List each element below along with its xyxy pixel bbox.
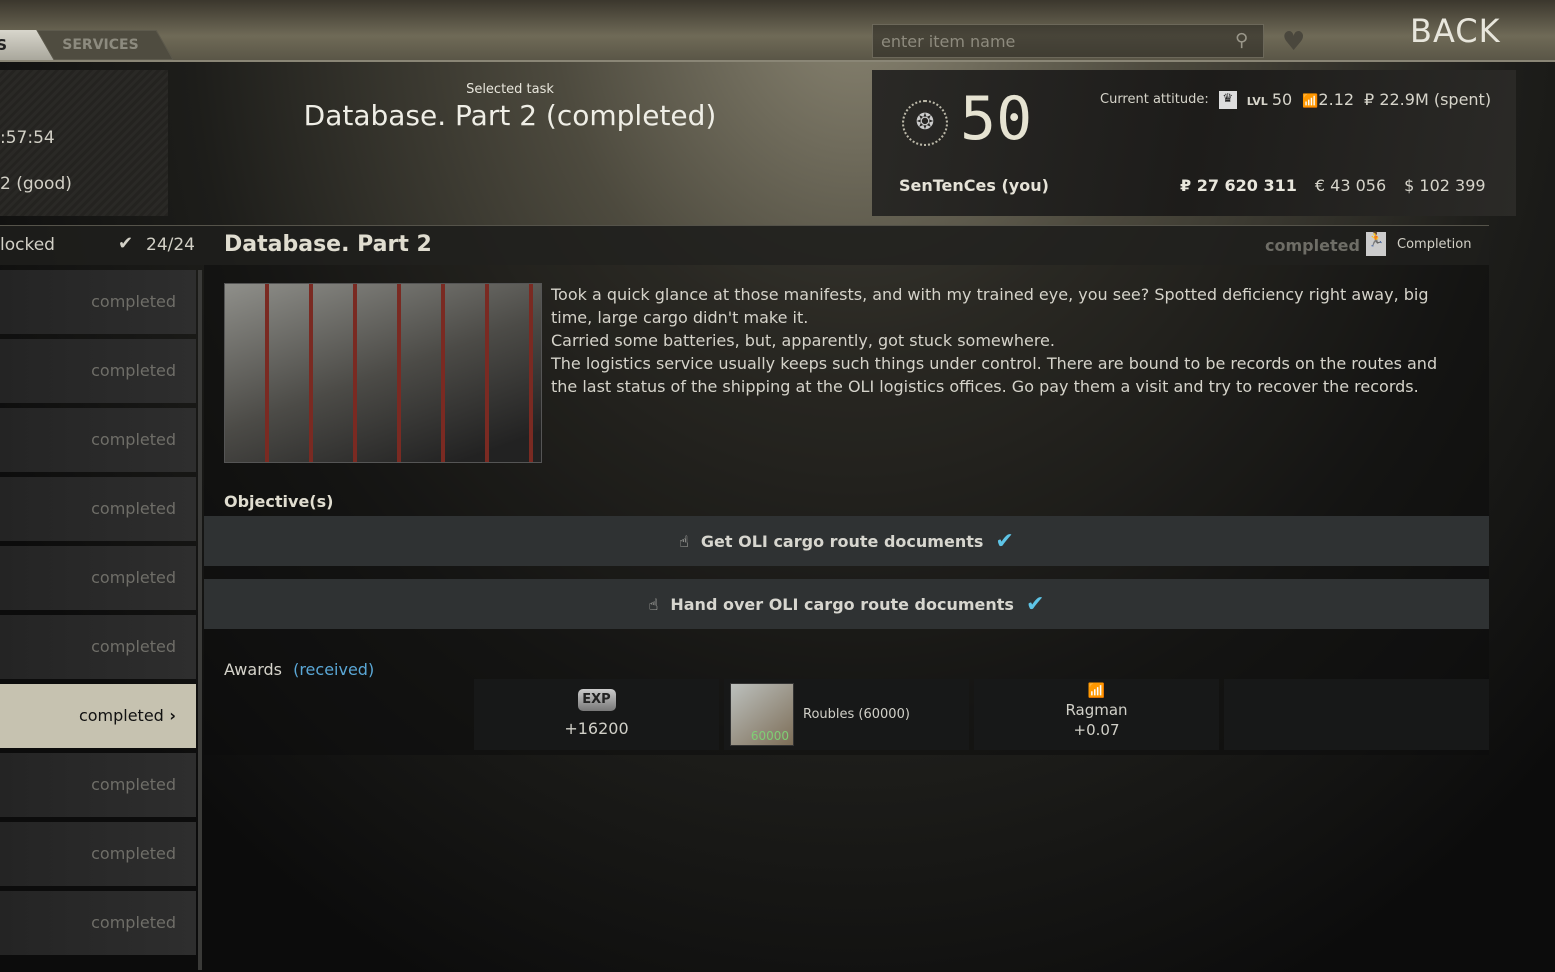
objective-row[interactable]: ☝ Get OLI cargo route documents ✔ [204, 516, 1489, 566]
task-list-status: completed [91, 292, 176, 311]
task-description: Took a quick glance at those manifests, … [551, 285, 1438, 396]
player-level: 50 [960, 84, 1033, 154]
task-list-item[interactable]: completed [0, 339, 196, 403]
task-list-item[interactable]: completed [0, 822, 196, 886]
running-man-icon: 🏃 [1366, 232, 1386, 256]
award-item[interactable]: 60000 Roubles (60000) [724, 679, 969, 750]
objectives-label: Objective(s) [224, 492, 334, 511]
task-list-status: completed [91, 637, 176, 656]
reputation-icon: 📶 [1302, 94, 1319, 109]
task-list-status: completed [91, 913, 176, 932]
task-list-status: completed [91, 775, 176, 794]
objective-row[interactable]: ☝ Hand over OLI cargo route documents ✔ [204, 579, 1489, 629]
task-list-item[interactable]: completed [0, 546, 196, 610]
player-panel: ❂ 50 SenTenCes (you) Current attitude: ♛… [872, 70, 1516, 216]
timer: :57:54 [0, 128, 55, 148]
check-icon: ✔ [1025, 591, 1045, 617]
selected-task-label: Selected task [466, 82, 554, 97]
task-list-item[interactable]: completed › [0, 684, 196, 748]
roubles-icon: 60000 [730, 683, 794, 746]
trader-rep: +0.07 [1073, 721, 1120, 739]
task-list-status: completed [78, 706, 164, 725]
award-exp: EXP +16200 [474, 679, 719, 750]
check-icon: ✔ [995, 528, 1014, 554]
trader-level: 50 [1271, 90, 1293, 109]
exp-value: +16200 [564, 719, 629, 738]
attitude-label: Current attitude: [1100, 92, 1209, 107]
task-image [224, 283, 542, 463]
task-list-status: completed [91, 844, 176, 863]
award-reputation: 📶 Ragman +0.07 [974, 679, 1219, 750]
task-list-item[interactable]: completed [0, 615, 196, 679]
list-filter[interactable]: locked [0, 235, 55, 255]
task-list-status: completed [91, 499, 176, 518]
task-list-item[interactable]: completed [0, 477, 196, 541]
attitude-row: Current attitude: ♛ LVL 50 📶2.12 ₽ 22.9M… [1100, 90, 1491, 109]
awards-title: Awards [224, 660, 282, 679]
search-input[interactable]: enter item name [872, 24, 1264, 58]
search-icon[interactable]: ⚲ [1235, 30, 1257, 52]
dollars: $ 102 399 [1404, 176, 1486, 195]
euros: € 43 056 [1314, 176, 1387, 195]
emblem-icon: ❂ [902, 100, 948, 146]
task-list-item[interactable]: completed [0, 753, 196, 817]
item-name: Roubles (60000) [803, 707, 910, 722]
task-list-status: completed [91, 430, 176, 449]
trader-info-panel: :57:54 2 (good) [0, 70, 168, 216]
selected-task-header: Selected task Database. Part 2 (complete… [230, 82, 790, 132]
awards-status: (received) [293, 660, 375, 679]
hand-icon: ☝ [648, 594, 659, 614]
awards-label: Awards (received) [224, 660, 374, 679]
back-button[interactable]: BACK [1410, 12, 1501, 50]
item-count: 60000 [750, 729, 789, 743]
lvl-prefix: LVL [1246, 95, 1268, 108]
trader-rank-icon: ♛ [1218, 90, 1237, 109]
money-row: ₽ 27 620 311 € 43 056 $ 102 399 [1180, 176, 1486, 195]
top-bar [0, 0, 1555, 62]
objective-text: Hand over OLI cargo route documents [670, 594, 1014, 614]
task-status: completed [1265, 236, 1360, 255]
task-type: Completion [1397, 237, 1472, 252]
tab-services[interactable]: SERVICES [36, 30, 174, 60]
exp-icon: EXP [577, 689, 616, 711]
task-count: 24/24 [146, 235, 195, 255]
reputation-icon: 📶 [1087, 683, 1106, 699]
standing: 2 (good) [0, 174, 72, 194]
task-list-item[interactable]: completed [0, 891, 196, 955]
roubles: ₽ 27 620 311 [1180, 176, 1297, 195]
chevron-right-icon: › [163, 706, 176, 725]
task-header-row: locked ✔ 24/24 Database. Part 2 complete… [0, 225, 1489, 265]
task-list-item[interactable]: completed [0, 270, 196, 334]
reputation: 2.12 [1318, 90, 1355, 109]
player-name: SenTenCes (you) [899, 176, 1049, 195]
heart-icon[interactable]: ♥ [1282, 27, 1305, 57]
task-list-item[interactable]: completed [0, 408, 196, 472]
task-title: Database. Part 2 [224, 232, 432, 257]
award-empty [1224, 679, 1489, 750]
scrollbar[interactable] [198, 270, 202, 970]
spent: ₽ 22.9M (spent) [1364, 90, 1492, 109]
trader-name: Ragman [1065, 701, 1128, 719]
selected-task-title: Database. Part 2 (completed) [303, 99, 717, 132]
hand-icon: ☝ [679, 531, 689, 551]
tab-label: SERVICES [62, 37, 139, 53]
check-circle-icon: ✔ [118, 233, 134, 254]
objective-text: Get OLI cargo route documents [700, 531, 984, 551]
task-list-status: completed [91, 568, 176, 587]
task-list-status: completed [91, 361, 176, 380]
